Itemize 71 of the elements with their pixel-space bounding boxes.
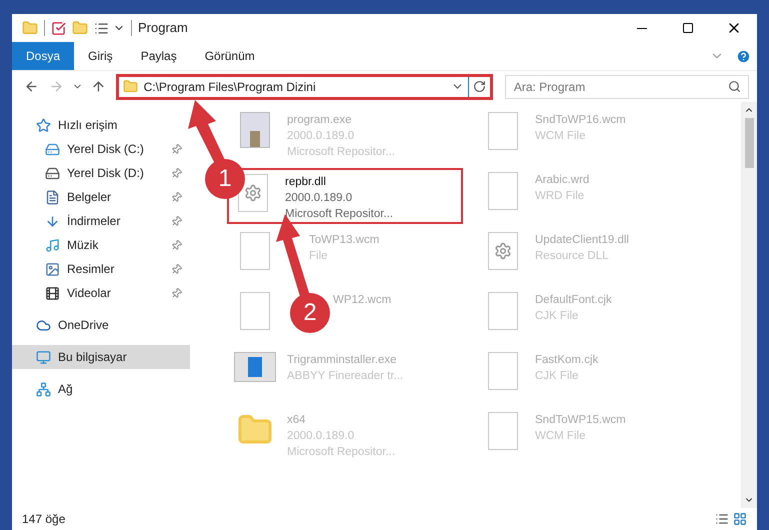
sidebar-item[interactable]: Videolar [12, 281, 190, 305]
sidebar-item[interactable]: OneDrive [12, 313, 190, 337]
cloud-icon [36, 318, 51, 332]
file-detail: CJK File [535, 369, 580, 384]
sidebar-item[interactable]: İndirmeler [12, 209, 190, 233]
sidebar-item[interactable]: Belgeler [12, 185, 190, 209]
properties-icon [51, 20, 66, 36]
file-detail: Resource DLL [535, 249, 610, 264]
blank-file-icon [240, 292, 270, 330]
download-icon [45, 214, 60, 228]
sidebar-item[interactable]: Ağ [12, 377, 190, 401]
drive-icon [45, 166, 60, 180]
music-note-icon [45, 238, 60, 252]
details-view-icon[interactable] [715, 512, 729, 526]
search-icon [728, 80, 742, 92]
network-icon [36, 382, 51, 396]
sidebar-item[interactable]: Hızlı erişim [12, 113, 190, 137]
ribbon-tab[interactable]: Giriş [74, 42, 127, 70]
document-icon [45, 190, 60, 204]
drive-icon [45, 142, 60, 156]
item-count: 147 öğe [22, 511, 66, 528]
file-detail: ABBYY Finereader tr... [287, 369, 404, 384]
file-detail: WCM File [535, 129, 586, 144]
view-icon [94, 20, 109, 36]
star-icon [36, 118, 51, 132]
file-detail: CJK File [535, 309, 580, 324]
ribbon-tab[interactable]: Görünüm [190, 42, 269, 70]
file-detail: Microsoft Repositor... [285, 207, 394, 222]
file-detail: WCM File [535, 429, 586, 444]
blank-file-icon [488, 352, 518, 390]
blank-file-icon [488, 172, 518, 210]
gear-file-icon [488, 232, 518, 270]
monitor-icon [36, 350, 51, 364]
file-name[interactable]: repbr.dll [285, 174, 394, 190]
folder-icon [122, 79, 138, 94]
refresh-icon[interactable] [472, 80, 486, 93]
address-bar[interactable]: C:\Program Files\Program Dizini [116, 74, 493, 100]
maximize-icon [682, 22, 694, 34]
picture-icon [45, 262, 60, 276]
gear-file-icon [238, 174, 268, 212]
scroll-thumb[interactable] [744, 118, 754, 168]
up-icon[interactable] [90, 79, 106, 94]
file-detail: Microsoft Repositor... [287, 445, 396, 460]
blank-file-icon [488, 412, 518, 450]
program-icon [240, 112, 270, 148]
tiles-view-icon[interactable] [733, 512, 747, 526]
file-detail: 2000.0.189.0 [285, 191, 354, 206]
blank-file-icon [488, 112, 518, 150]
file-detail: 2000.0.189.0 [287, 429, 356, 444]
file-detail: 2000.0.189.0 [287, 129, 356, 144]
window-title: Program [138, 19, 188, 38]
file-detail: Microsoft Repositor... [287, 145, 396, 160]
new-folder-icon [72, 20, 88, 36]
ribbon-tab[interactable]: Dosya [12, 42, 74, 70]
folder-icon [22, 20, 38, 36]
blank-file-icon [488, 292, 518, 330]
back-icon[interactable] [24, 79, 39, 94]
help-icon[interactable] [736, 48, 751, 64]
sidebar-item[interactable]: Yerel Disk (D:) [12, 161, 190, 185]
scrollbar[interactable] [741, 102, 757, 508]
sidebar-item[interactable]: Bu bilgisayar [12, 345, 190, 369]
sidebar-item[interactable]: Yerel Disk (C:) [12, 137, 190, 161]
film-icon [45, 286, 60, 300]
file-detail: WRD File [535, 189, 586, 204]
installer-icon [234, 352, 276, 382]
sidebar-item[interactable]: Müzik [12, 233, 190, 257]
ribbon-tab[interactable]: Paylaş [126, 42, 191, 70]
search-field[interactable]: Ara: Program [504, 74, 750, 98]
blank-file-icon [240, 232, 270, 270]
file-detail: File [309, 249, 329, 264]
sidebar-item[interactable]: Resimler [12, 257, 190, 281]
